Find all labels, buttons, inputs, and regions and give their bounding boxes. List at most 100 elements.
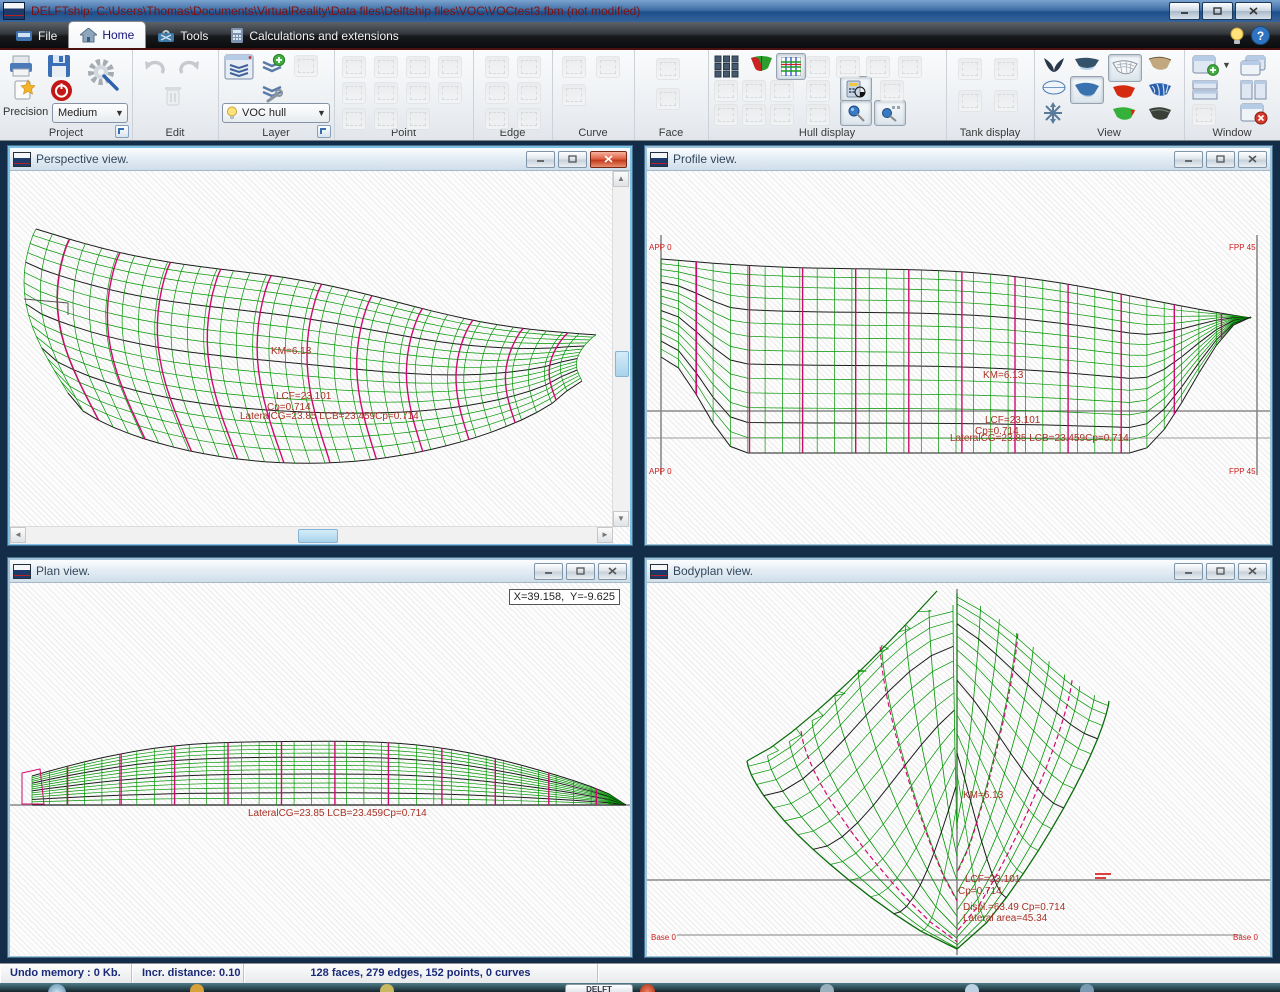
disabled-tool-icon <box>880 80 904 102</box>
hydrostatic-annotation: LateralCG=23.85 LCB=23.459Cp=0.714 <box>240 411 419 422</box>
hydrostatics-hull-icon[interactable] <box>750 55 773 77</box>
print-icon[interactable] <box>8 55 34 77</box>
tile-vertical-icon[interactable] <box>1240 80 1267 100</box>
perspective-canvas[interactable]: ▲ ▼ ◄ ► KM=6.13LCF=23.101Cp=0.714Lateral… <box>10 171 630 544</box>
disabled-tool-icon <box>836 56 860 78</box>
calculator-tab-icon <box>230 28 244 43</box>
plan-titlebar[interactable]: Plan view. <box>10 560 630 583</box>
redo-icon <box>178 57 202 77</box>
layers-window-icon[interactable] <box>224 54 254 80</box>
settings-gear-icon[interactable] <box>84 56 122 92</box>
bodyplan-canvas[interactable]: KM=6.13LCF=23.101Cp=0.714Displ.=63.49 Cp… <box>647 583 1270 956</box>
disabled-tool-icon <box>517 56 541 78</box>
group-label-layer: Layer <box>218 127 334 139</box>
zebra-view-icon[interactable] <box>1148 82 1172 98</box>
home-tab-icon <box>80 28 97 43</box>
close-button[interactable] <box>1238 151 1267 168</box>
grid-toggle-pressed[interactable] <box>776 53 806 80</box>
disabled-tool-icon <box>438 56 462 78</box>
delftship-logo-icon <box>13 564 31 579</box>
taskbar-icon[interactable] <box>640 984 655 992</box>
shaded-view-icon[interactable] <box>1148 56 1172 72</box>
layer-value: VOC hull <box>242 107 286 119</box>
close-button[interactable] <box>598 563 627 580</box>
cascade-windows-icon[interactable] <box>1240 55 1267 76</box>
horizontal-scrollbar[interactable]: ◄ ► <box>10 526 613 544</box>
developability-view-icon[interactable] <box>1112 84 1136 100</box>
close-button[interactable] <box>1235 2 1272 20</box>
minimize-button[interactable] <box>1169 2 1200 20</box>
restore-button[interactable] <box>1206 151 1235 168</box>
profile-titlebar[interactable]: Profile view. <box>647 148 1270 171</box>
ribbon-group-view: View <box>1034 50 1185 140</box>
add-layer-icon[interactable] <box>260 54 286 78</box>
undo-memory-status: Undo memory : 0 Kb. <box>0 964 132 983</box>
horizontal-scroll-thumb[interactable] <box>298 529 338 543</box>
window-split-caret-icon[interactable]: ▼ <box>1222 60 1231 70</box>
scroll-up-arrow[interactable]: ▲ <box>613 171 629 187</box>
exit-power-icon[interactable] <box>50 79 73 102</box>
save-icon[interactable] <box>46 53 72 79</box>
minimize-button[interactable] <box>534 563 563 580</box>
perspective-view-pressed[interactable] <box>1070 76 1104 104</box>
axis-corner-label: APP 0 <box>649 243 672 252</box>
minimize-button[interactable] <box>1174 563 1203 580</box>
tab-home[interactable]: Home <box>68 21 146 48</box>
zoom-extents-icon[interactable] <box>1040 102 1066 124</box>
new-project-icon[interactable] <box>12 79 35 101</box>
plan-view-icon[interactable] <box>1042 80 1066 95</box>
layer-properties-icon[interactable] <box>260 80 286 104</box>
lightbulb-icon <box>226 106 238 120</box>
taskbar-app-button[interactable]: DELFT <box>565 984 633 992</box>
close-window-icon[interactable] <box>1240 103 1268 125</box>
taskbar-icon[interactable] <box>965 984 979 992</box>
perspective-titlebar[interactable]: Perspective view. <box>10 148 630 171</box>
restore-button[interactable] <box>558 151 587 168</box>
start-orb-fragment[interactable] <box>48 984 66 992</box>
plan-canvas[interactable]: X=39.158, Y=-9.625 LateralCG=23.85 LCB=2… <box>10 583 630 956</box>
minimize-button[interactable] <box>526 151 555 168</box>
vertical-scroll-thumb[interactable] <box>615 351 629 377</box>
precision-dropdown[interactable]: Medium ▼ <box>52 103 128 123</box>
lightbulb-icon[interactable] <box>1229 27 1245 45</box>
profile-canvas[interactable]: KM=6.13LCF=23.101Cp=0.714LateralCG=23.85… <box>647 171 1270 544</box>
minimize-button[interactable] <box>1174 151 1203 168</box>
hydrostatic-features-pressed[interactable] <box>840 76 872 102</box>
disabled-tool-icon <box>562 84 586 106</box>
scroll-left-arrow[interactable]: ◄ <box>10 527 26 543</box>
environment-view-icon[interactable] <box>1148 106 1172 122</box>
tab-file[interactable]: File <box>4 23 68 48</box>
tab-tools[interactable]: Tools <box>146 23 219 48</box>
tab-calculations[interactable]: Calculations and extensions <box>219 23 409 48</box>
tile-horizontal-icon[interactable] <box>1192 80 1219 100</box>
wireframe-view-pressed[interactable] <box>1108 54 1142 82</box>
bodyplan-titlebar[interactable]: Bodyplan view. <box>647 560 1270 583</box>
hydrostatic-annotation: LateralCG=23.85 LCB=23.459Cp=0.714 <box>950 433 1129 444</box>
scroll-down-arrow[interactable]: ▼ <box>613 511 629 527</box>
bodyplan-view-icon[interactable] <box>1042 56 1066 73</box>
taskbar-icon[interactable] <box>820 984 834 992</box>
windows-taskbar[interactable]: DELFT <box>0 983 1280 992</box>
layer-dropdown[interactable]: VOC hull ▼ <box>222 103 330 123</box>
taskbar-icon[interactable] <box>380 984 394 992</box>
vertical-scrollbar[interactable]: ▲ ▼ <box>612 171 630 527</box>
control-net-icon[interactable] <box>714 55 739 78</box>
show-markers-pin-pressed[interactable] <box>840 100 872 126</box>
maximize-button[interactable] <box>1202 2 1233 20</box>
show-control-pins-pressed[interactable] <box>874 100 906 126</box>
close-button[interactable] <box>590 151 627 168</box>
tab-tools-label: Tools <box>180 29 208 43</box>
new-window-icon[interactable] <box>1192 55 1219 76</box>
gaussian-view-icon[interactable] <box>1112 106 1136 122</box>
taskbar-icon[interactable] <box>1080 984 1094 992</box>
restore-button[interactable] <box>1206 563 1235 580</box>
help-icon[interactable]: ? <box>1251 26 1270 45</box>
profile-view-icon[interactable] <box>1074 56 1100 72</box>
scroll-right-arrow[interactable]: ► <box>597 527 613 543</box>
coordinate-readout: X=39.158, Y=-9.625 <box>509 589 620 605</box>
close-button[interactable] <box>1238 563 1267 580</box>
taskbar-icon[interactable] <box>190 984 204 992</box>
restore-button[interactable] <box>566 563 595 580</box>
hydrostatic-annotation: KM=6.13 <box>963 790 1003 801</box>
ribbon-tab-bar: File Home Tools Calculations and extensi… <box>0 22 1280 50</box>
